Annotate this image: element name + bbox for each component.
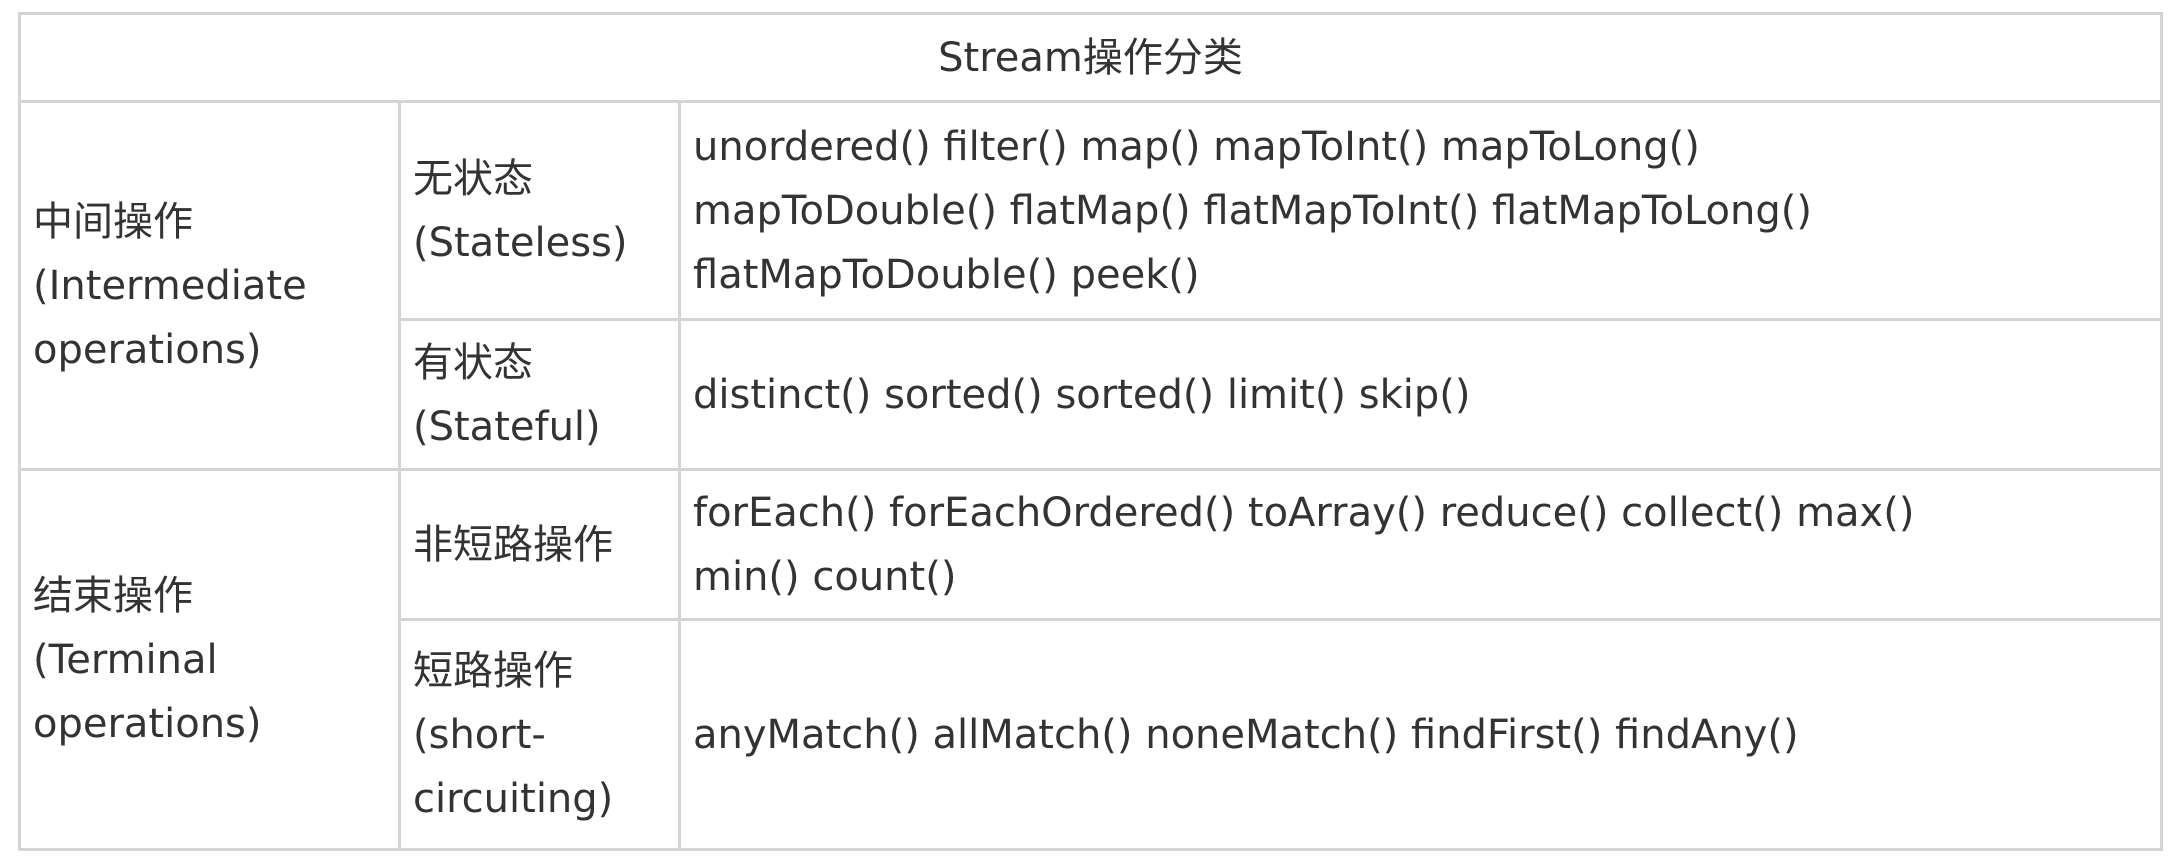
table-row: 结束操作 (Terminal operations) 非短路操作 forEach… [18, 468, 2163, 851]
subcategory-stateless: 无状态 (Stateless) [398, 100, 681, 321]
subcategory-short-circuiting: 短路操作 (short- circuiting) [398, 618, 681, 851]
operations-stateless: unordered() filter() map() mapToInt() ma… [678, 100, 2163, 321]
category-label-cn: 中间操作 [33, 198, 193, 245]
subcategory-label-cn: 短路操作 [413, 647, 573, 694]
operations-line: anyMatch() allMatch() noneMatch() findFi… [693, 711, 1799, 758]
subcategory-label-cn: 非短路操作 [413, 521, 613, 568]
subcategory-label-en: circuiting) [413, 775, 614, 822]
operations-line: flatMapToDouble() peek() [693, 251, 1200, 298]
category-label-en: (Terminal [33, 636, 218, 683]
category-label-cn: 结束操作 [33, 572, 193, 619]
stream-operations-table-frame: Stream操作分类 中间操作 (Intermediate operations… [18, 12, 2163, 851]
category-label-en: (Intermediate [33, 262, 307, 309]
subcategory-label-cn: 有状态 [413, 339, 533, 386]
table-header-row: Stream操作分类 [18, 12, 2163, 103]
table-row: 中间操作 (Intermediate operations) 无状态 (Stat… [18, 100, 2163, 471]
table-title: Stream操作分类 [18, 12, 2163, 103]
operations-stateful: distinct() sorted() sorted() limit() ski… [678, 318, 2163, 471]
category-label-en: operations) [33, 326, 262, 373]
operations-line: mapToDouble() flatMap() flatMapToInt() f… [693, 187, 1812, 234]
operations-line: unordered() filter() map() mapToInt() ma… [693, 123, 1700, 170]
subcategory-label-cn: 无状态 [413, 155, 533, 202]
subcategory-label-en: (short- [413, 711, 546, 758]
subcategory-stateful: 有状态 (Stateful) [398, 318, 681, 471]
operations-short-circuiting: anyMatch() allMatch() noneMatch() findFi… [678, 618, 2163, 851]
subcategory-label-en: (Stateful) [413, 403, 601, 450]
operations-line: distinct() sorted() sorted() limit() ski… [693, 371, 1471, 418]
stream-operations-table: Stream操作分类 中间操作 (Intermediate operations… [18, 12, 2163, 851]
category-intermediate: 中间操作 (Intermediate operations) [18, 100, 401, 471]
operations-non-short-circuiting: forEach() forEachOrdered() toArray() red… [678, 468, 2163, 621]
operations-line: min() count() [693, 553, 957, 600]
category-label-en: operations) [33, 700, 262, 747]
operations-line: forEach() forEachOrdered() toArray() red… [693, 489, 1915, 536]
subcategory-non-short-circuiting: 非短路操作 [398, 468, 681, 621]
category-terminal: 结束操作 (Terminal operations) [18, 468, 401, 851]
subcategory-label-en: (Stateless) [413, 219, 628, 266]
